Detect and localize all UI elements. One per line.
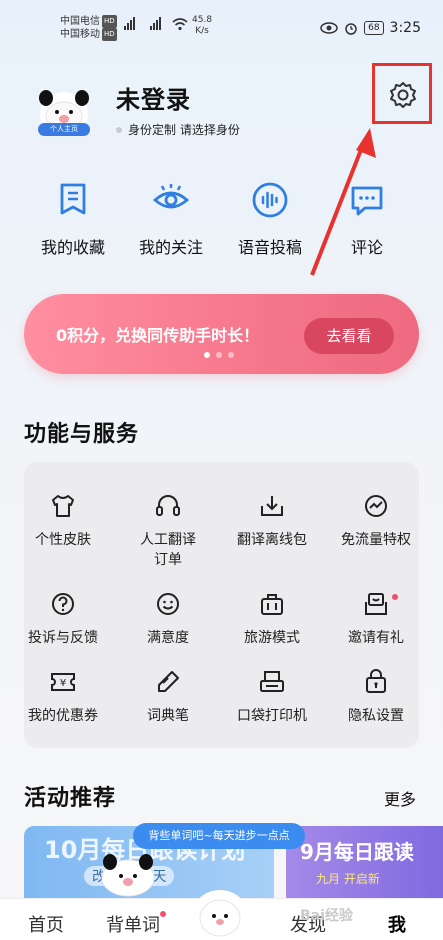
tshirt-icon <box>52 495 74 517</box>
hd-badge: HD <box>102 28 117 41</box>
invite-icon <box>365 593 387 615</box>
status-bar: 中国电信 HD 中国移动 HD 45.8 K/s 68 3:25 <box>0 0 443 52</box>
service-item-travel-mode[interactable]: 旅游模式 <box>222 590 322 648</box>
service-label: 投诉与反馈 <box>28 630 98 646</box>
identity-selector[interactable]: 身份定制 请选择身份 <box>116 121 240 138</box>
banner-text: 0积分，兑换同传助手时长！ <box>56 326 260 345</box>
activity-card-september[interactable]: 9月每日跟读 九月 开启新 <box>286 826 443 906</box>
download-icon <box>261 496 283 516</box>
service-label: 隐私设置 <box>348 708 404 724</box>
service-label: 旅游模式 <box>244 630 300 646</box>
vocab-notification-dot <box>160 911 166 917</box>
status-right: 68 3:25 <box>320 20 421 36</box>
alarm-icon <box>345 23 357 35</box>
user-name[interactable]: 未登录 <box>116 80 191 115</box>
service-item-satisfaction[interactable]: 满意度 <box>118 590 218 648</box>
settings-highlight-box <box>372 63 432 124</box>
service-item-dict-pen[interactable]: 词典笔 <box>118 668 218 726</box>
tab-me[interactable]: 我 <box>388 911 406 937</box>
quick-item-favorites[interactable]: 我的收藏 <box>28 180 118 258</box>
lock-icon <box>366 669 386 693</box>
service-label: 个性皮肤 <box>35 532 91 548</box>
service-label: 口袋打印机 <box>237 708 307 724</box>
quick-item-label: 评论 <box>350 238 383 257</box>
services-title: 功能与服务 <box>24 422 140 447</box>
service-item-feedback[interactable]: 投诉与反馈 <box>13 590 113 648</box>
service-label: 满意度 <box>147 630 189 646</box>
banner-go-button[interactable]: 去看看 <box>304 318 394 354</box>
signal-icon <box>150 17 161 30</box>
signal-icon <box>124 17 135 30</box>
tab-center-mascot[interactable] <box>190 890 250 940</box>
watermark: Bai经验 <box>300 908 353 924</box>
service-item-coupons[interactable]: ¥ 我的优惠券 <box>13 668 113 726</box>
hd-badge: HD <box>102 15 117 28</box>
coupon-icon: ¥ <box>51 673 75 691</box>
wifi-icon <box>172 18 188 31</box>
quick-item-label: 我的收藏 <box>40 238 105 257</box>
luggage-icon <box>261 594 283 615</box>
profile-page-badge[interactable]: 个人主页 <box>38 123 90 136</box>
service-label: 我的优惠券 <box>28 708 98 724</box>
quick-actions: 我的收藏 我的关注 语音投稿 评论 <box>0 180 443 260</box>
smile-icon <box>157 593 179 615</box>
svg-text:¥: ¥ <box>60 678 66 689</box>
voice-icon <box>252 182 288 218</box>
printer-icon <box>260 671 284 692</box>
service-label: 邀请有礼 <box>348 630 404 646</box>
net-speed: 45.8 K/s <box>192 15 213 36</box>
question-icon <box>52 593 74 615</box>
center-mascot-icon <box>199 899 241 937</box>
quick-item-following[interactable]: 我的关注 <box>126 180 216 258</box>
carrier-2: 中国移动 <box>60 29 100 40</box>
clock: 3:25 <box>389 20 421 36</box>
service-item-skin[interactable]: 个性皮肤 <box>13 492 113 550</box>
banner-pagination <box>204 352 234 358</box>
pen-icon <box>158 671 179 692</box>
eye-comfort-icon <box>320 22 338 34</box>
carrier-info: 中国电信 HD 中国移动 HD <box>60 15 117 41</box>
service-label: 人工翻译 订单 <box>140 532 196 568</box>
service-item-pocket-printer[interactable]: 口袋打印机 <box>222 668 322 726</box>
points-banner[interactable]: 0积分，兑换同传助手时长！ 去看看 <box>24 294 419 374</box>
quick-item-label: 我的关注 <box>138 238 203 257</box>
service-item-offline-pack[interactable]: 翻译离线包 <box>222 492 322 550</box>
service-item-human-translation[interactable]: 人工翻译 订单 <box>118 492 218 570</box>
headset-icon <box>156 495 180 516</box>
service-label: 翻译离线包 <box>237 532 307 548</box>
activities-title: 活动推荐 <box>24 786 117 811</box>
quick-item-voice[interactable]: 语音投稿 <box>225 180 315 258</box>
identity-text: 身份定制 请选择身份 <box>128 123 240 137</box>
battery-indicator: 68 <box>364 21 384 35</box>
eye-icon <box>152 184 190 209</box>
identity-dot <box>116 126 122 133</box>
service-item-privacy[interactable]: 隐私设置 <box>326 668 426 726</box>
tab-home[interactable]: 首页 <box>28 911 64 937</box>
activity-card-title: 9月每日跟读 <box>300 840 414 864</box>
service-label: 免流量特权 <box>341 532 411 548</box>
tab-vocab[interactable]: 背单词 <box>106 911 160 937</box>
invite-notification-dot <box>392 594 398 600</box>
carrier-1: 中国电信 <box>60 16 100 27</box>
mascot-icon[interactable] <box>98 848 158 898</box>
bookmark-icon <box>60 183 86 215</box>
traffic-icon <box>365 495 387 517</box>
service-item-invite[interactable]: 邀请有礼 <box>326 590 426 648</box>
activity-card-subtitle: 九月 开启新 <box>316 872 380 886</box>
comment-icon <box>351 186 383 216</box>
quick-item-comments[interactable]: 评论 <box>322 180 412 258</box>
vocab-tooltip[interactable]: 背些单词吧~每天进步一点点 <box>133 823 305 849</box>
services-card: 个性皮肤 人工翻译 订单 翻译离线包 免流量特权 投诉与反馈 满意度 旅游模式 … <box>24 462 419 748</box>
service-item-free-data[interactable]: 免流量特权 <box>326 492 426 550</box>
activities-more-link[interactable]: 更多 <box>384 786 416 810</box>
quick-item-label: 语音投稿 <box>237 238 302 257</box>
service-label: 词典笔 <box>147 708 189 724</box>
